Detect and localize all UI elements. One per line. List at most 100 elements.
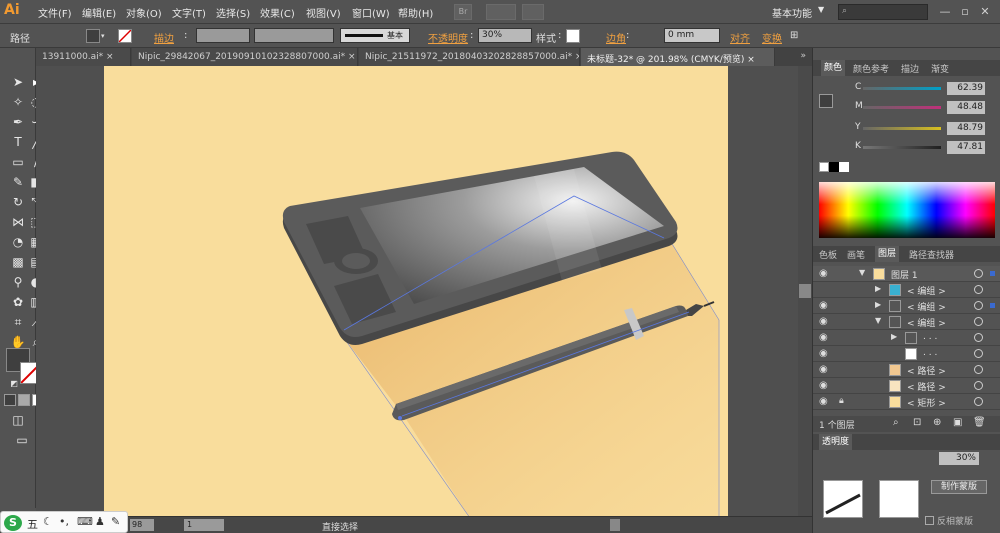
target-circle-icon[interactable]	[974, 317, 983, 326]
workspace-switcher[interactable]: 基本功能	[772, 5, 812, 20]
target-circle-icon[interactable]	[974, 365, 983, 374]
canvas-area[interactable]	[36, 66, 812, 518]
eye-icon[interactable]: ◉	[819, 364, 831, 376]
eyedropper-tool-icon[interactable]: ⚲	[10, 274, 26, 290]
lock-icon[interactable]: 🔒︎	[839, 396, 844, 406]
bridge-button[interactable]: Br	[454, 4, 472, 20]
transform-link[interactable]: 变换	[762, 30, 782, 45]
menu-select[interactable]: 选择(S)	[216, 5, 250, 20]
invert-mask-checkbox[interactable]	[925, 516, 934, 525]
sogou-logo-icon[interactable]: S	[4, 515, 22, 531]
make-mask-button[interactable]: 制作蒙版	[931, 480, 987, 494]
color-mode-icon[interactable]	[4, 394, 16, 406]
scrollbar-thumb[interactable]	[799, 284, 811, 298]
layer-row[interactable]: ◉ 🔒︎ < 矩形 >	[813, 394, 1000, 410]
layer-row[interactable]: ▶ < 编组 >	[813, 282, 1000, 298]
tab-document-2[interactable]: Nipic_29842067_20190910102328807000.ai* …	[132, 48, 358, 66]
layer-row[interactable]: ◉ < 路径 >	[813, 362, 1000, 378]
artboard-number-field[interactable]: 1	[184, 519, 224, 531]
type-tool-icon[interactable]: T	[10, 134, 26, 150]
menu-type[interactable]: 文字(T)	[172, 5, 206, 20]
tab-gradient[interactable]: 渐变	[931, 62, 949, 75]
opacity-link[interactable]: 不透明度	[428, 30, 468, 45]
tab-document-3[interactable]: Nipic_21511972_20180403202828857000.ai* …	[359, 48, 580, 66]
close-button[interactable]: ✕	[976, 4, 994, 19]
symbol-sprayer-tool-icon[interactable]: ✿	[10, 294, 26, 310]
delete-icon[interactable]: 🗑︎	[973, 417, 986, 428]
pencil-tool-icon[interactable]: ✎	[10, 174, 26, 190]
menu-help[interactable]: 帮助(H)	[398, 5, 433, 20]
default-colors-icon[interactable]: ◩	[6, 376, 22, 392]
eye-icon[interactable]: ◉	[819, 300, 831, 312]
input-mode-label[interactable]: 五	[27, 516, 38, 532]
eye-icon[interactable]: ◉	[819, 268, 831, 280]
slider-magenta[interactable]: M 48.48	[849, 101, 999, 115]
target-circle-icon[interactable]	[974, 333, 983, 342]
slider-yellow[interactable]: Y 48.79	[849, 122, 999, 136]
tab-document-active[interactable]: 未标题-32* @ 201.98% (CMYK/预览) ×	[581, 48, 775, 66]
new-sublayer-icon[interactable]: ⊕	[933, 417, 941, 428]
black-value[interactable]: 47.81	[947, 141, 985, 154]
expand-arrow-icon[interactable]: ▶	[875, 300, 881, 309]
layer-row[interactable]: ◉ < 路径 >	[813, 378, 1000, 394]
rectangle-tool-icon[interactable]: ▭	[10, 154, 26, 170]
skin-icon[interactable]: ♟	[95, 515, 105, 528]
fill-swatch[interactable]	[86, 29, 100, 43]
menu-file[interactable]: 文件(F)	[38, 5, 72, 20]
target-circle-icon[interactable]	[974, 349, 983, 358]
clipping-mask-icon[interactable]: ⊡	[913, 417, 921, 428]
brush-definition-field[interactable]: 基本	[340, 28, 410, 43]
punctuation-icon[interactable]: •,	[59, 515, 69, 528]
artboard-tool-icon[interactable]: ⌗	[10, 314, 26, 330]
artboard[interactable]	[104, 66, 728, 518]
eye-icon[interactable]: ◉	[819, 380, 831, 392]
tab-transparency[interactable]: 透明度	[819, 434, 853, 450]
align-link[interactable]: 对齐	[730, 30, 750, 45]
tab-swatches[interactable]: 色板	[819, 248, 837, 261]
eye-icon[interactable]: ◉	[819, 316, 831, 328]
corner-radius-field[interactable]: 0 mm	[664, 28, 720, 43]
arrange-documents-icon[interactable]	[486, 4, 516, 20]
corner-link[interactable]: 边角	[606, 30, 626, 45]
search-input[interactable]: ⌕	[838, 4, 928, 20]
locate-object-icon[interactable]: ⌕	[893, 417, 899, 428]
tab-layers[interactable]: 图层	[875, 246, 900, 262]
graphic-style-swatch[interactable]	[566, 29, 580, 43]
layer-row[interactable]: ◉ ▼ 图层 1	[813, 266, 1000, 282]
tab-stroke[interactable]: 描边	[901, 62, 919, 75]
fill-dropdown-icon[interactable]: ▾	[101, 32, 105, 40]
slider-cyan[interactable]: C 62.39	[849, 82, 999, 96]
menu-window[interactable]: 窗口(W)	[352, 5, 390, 20]
quick-swatches[interactable]	[819, 162, 849, 172]
selection-indicator[interactable]	[990, 303, 995, 308]
expand-arrow-icon[interactable]: ▶	[891, 332, 897, 341]
settings-icon[interactable]: ✎	[111, 515, 120, 528]
target-circle-icon[interactable]	[974, 301, 983, 310]
screen-mode-icon[interactable]: ▭	[14, 432, 30, 448]
mesh-tool-icon[interactable]: ▩	[10, 254, 26, 270]
stroke-weight-field[interactable]	[196, 28, 250, 43]
yellow-value[interactable]: 48.79	[947, 122, 985, 135]
tabs-overflow-icon[interactable]: »	[800, 51, 806, 61]
tab-pathfinder[interactable]: 路径查找器	[909, 248, 954, 261]
horizontal-scroll-thumb[interactable]	[610, 519, 620, 531]
chevron-down-icon[interactable]: ▼	[818, 5, 824, 14]
maximize-button[interactable]: ▫	[956, 4, 974, 19]
slider-black[interactable]: K 47.81	[849, 141, 999, 155]
tab-brushes[interactable]: 画笔	[847, 248, 865, 261]
tab-color[interactable]: 颜色	[821, 60, 846, 76]
layer-row[interactable]: ◉ ▶ . . .	[813, 330, 1000, 346]
target-circle-icon[interactable]	[974, 381, 983, 390]
stroke-swatch[interactable]	[118, 29, 132, 43]
expand-arrow-icon[interactable]: ▶	[875, 284, 881, 293]
drawing-mode-icon[interactable]: ◫	[10, 412, 26, 428]
layer-row[interactable]: ◉ ▶ < 编组 >	[813, 298, 1000, 314]
gpu-performance-icon[interactable]	[522, 4, 544, 20]
pen-tool-icon[interactable]: ✒	[10, 114, 26, 130]
expand-arrow-icon[interactable]: ▼	[859, 268, 865, 277]
magenta-value[interactable]: 48.48	[947, 101, 985, 114]
minimize-button[interactable]: —	[936, 4, 954, 19]
menu-effect[interactable]: 效果(C)	[260, 5, 295, 20]
eye-icon[interactable]: ◉	[819, 332, 831, 344]
selection-tool-icon[interactable]: ➤	[10, 74, 26, 90]
